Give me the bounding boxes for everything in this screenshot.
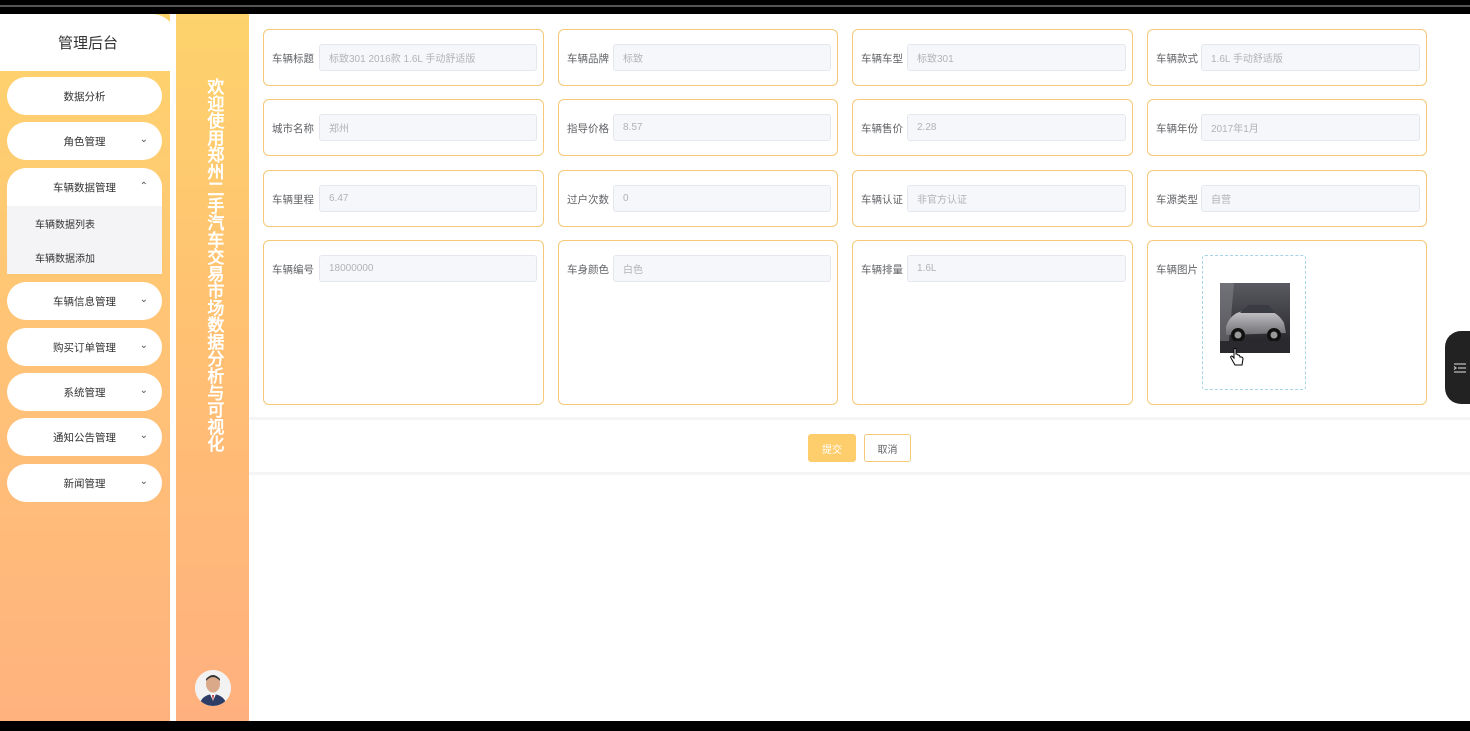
vehicle-model-input[interactable]: 标致301: [907, 44, 1126, 71]
field-label: 车辆图片: [1156, 264, 1198, 276]
field-label: 车身颜色: [567, 264, 609, 276]
mileage-input[interactable]: 6.47: [319, 185, 537, 212]
transfer-count-input[interactable]: 0: [613, 185, 831, 212]
source-type-input[interactable]: 自营: [1201, 185, 1420, 212]
field-label: 车辆里程: [272, 194, 314, 206]
field-label: 车辆年份: [1156, 123, 1198, 135]
form-item-certification: 车辆认证 非官方认证: [852, 170, 1133, 227]
sidebar-item-vehicle-data-management[interactable]: 车辆数据管理 ⌃: [7, 168, 162, 206]
sidebar-subitem-vehicle-data-list[interactable]: 车辆数据列表: [7, 206, 162, 240]
form-item-transfer-count: 过户次数 0: [558, 170, 838, 227]
certification-input[interactable]: 非官方认证: [907, 185, 1126, 212]
floating-menu-tab[interactable]: [1445, 331, 1470, 404]
sidebar-item-label: 通知公告管理: [53, 431, 116, 444]
city-name-input[interactable]: 郑州: [319, 114, 537, 141]
avatar[interactable]: [195, 670, 231, 706]
form-item-vehicle-title: 车辆标题 标致301 2016款 1.6L 手动舒适版: [263, 29, 544, 86]
vehicle-image[interactable]: [1220, 283, 1290, 353]
welcome-banner: 欢迎使用郑州二手汽车交易市场数据分析与可视化: [176, 14, 249, 721]
chevron-down-icon: ⌄: [139, 294, 148, 305]
sidebar-item-system-management[interactable]: 系统管理 ⌄: [7, 373, 162, 411]
vehicle-year-input[interactable]: 2017年1月: [1201, 114, 1420, 141]
form-item-vehicle-number: 车辆编号 18000000: [263, 240, 544, 405]
sidebar-item-vehicle-info-management[interactable]: 车辆信息管理 ⌄: [7, 282, 162, 320]
field-label: 车源类型: [1156, 194, 1198, 206]
form-item-guide-price: 指导价格 8.57: [558, 99, 838, 156]
field-label: 车辆售价: [861, 123, 903, 135]
sidebar-item-role-management[interactable]: 角色管理 ⌄: [7, 122, 162, 160]
form-item-vehicle-model: 车辆车型 标致301: [852, 29, 1133, 86]
form-item-source-type: 车源类型 自营: [1147, 170, 1427, 227]
form-item-vehicle-year: 车辆年份 2017年1月: [1147, 99, 1427, 156]
form-item-vehicle-style: 车辆款式 1.6L 手动舒适版: [1147, 29, 1427, 86]
sidebar-subitem-vehicle-data-add[interactable]: 车辆数据添加: [7, 240, 162, 274]
field-label: 城市名称: [272, 123, 314, 135]
guide-price-input[interactable]: 8.57: [613, 114, 831, 141]
chevron-up-icon: ⌃: [139, 181, 148, 192]
field-label: 指导价格: [567, 123, 609, 135]
vehicle-number-input[interactable]: 18000000: [319, 255, 537, 282]
vehicle-title-input[interactable]: 标致301 2016款 1.6L 手动舒适版: [319, 44, 537, 71]
sale-price-input[interactable]: 2.28: [907, 114, 1126, 141]
chevron-down-icon: ⌄: [139, 340, 148, 351]
submit-button[interactable]: 提交: [808, 434, 856, 462]
vehicle-style-input[interactable]: 1.6L 手动舒适版: [1201, 44, 1420, 71]
body-color-input[interactable]: 白色: [613, 255, 831, 282]
list-icon: [1453, 362, 1466, 373]
form-item-displacement: 车辆排量 1.6L: [852, 240, 1133, 405]
field-label: 车辆标题: [272, 53, 314, 65]
hand-cursor-icon: [1230, 348, 1244, 366]
sidebar-item-label: 系统管理: [63, 386, 106, 399]
field-label: 车辆排量: [861, 264, 903, 276]
field-label: 车辆认证: [861, 194, 903, 206]
sidebar-item-label: 车辆数据管理: [53, 181, 116, 194]
sidebar-item-data-analysis[interactable]: 数据分析: [7, 77, 162, 115]
chevron-down-icon: ⌄: [139, 430, 148, 441]
sidebar-item-order-management[interactable]: 购买订单管理 ⌄: [7, 328, 162, 366]
window-bottom-bar: [0, 721, 1470, 731]
cancel-button[interactable]: 取消: [864, 434, 911, 462]
form-item-body-color: 车身颜色 白色: [558, 240, 838, 405]
chevron-down-icon: ⌄: [139, 385, 148, 396]
submenu-vehicle-data: 车辆数据列表 车辆数据添加: [7, 206, 162, 274]
sidebar-item-label: 角色管理: [63, 135, 106, 148]
chevron-down-icon: ⌄: [139, 476, 148, 487]
sidebar-item-label: 购买订单管理: [53, 341, 116, 354]
sidebar: 管理后台 数据分析 角色管理 ⌄ 车辆数据管理 ⌃ 车辆数据列表 车辆数据添加 …: [0, 14, 170, 721]
field-label: 车辆车型: [861, 53, 903, 65]
field-label: 车辆品牌: [567, 53, 609, 65]
form-actions: 提交 取消: [249, 417, 1470, 475]
sidebar-item-notice-management[interactable]: 通知公告管理 ⌄: [7, 418, 162, 456]
form-item-vehicle-image: 车辆图片: [1147, 240, 1427, 405]
field-label: 车辆编号: [272, 264, 314, 276]
form-item-mileage: 车辆里程 6.47: [263, 170, 544, 227]
sidebar-item-label: 新闻管理: [63, 477, 106, 490]
form-item-sale-price: 车辆售价 2.28: [852, 99, 1133, 156]
window-top-bar: [0, 0, 1470, 14]
sidebar-item-news-management[interactable]: 新闻管理 ⌄: [7, 464, 162, 502]
field-label: 过户次数: [567, 194, 609, 206]
main-content: 车辆标题 标致301 2016款 1.6L 手动舒适版 车辆品牌 标致 车辆车型…: [249, 14, 1470, 721]
field-label: 车辆款式: [1156, 53, 1198, 65]
form-item-vehicle-brand: 车辆品牌 标致: [558, 29, 838, 86]
sidebar-item-label: 数据分析: [63, 90, 106, 103]
displacement-input[interactable]: 1.6L: [907, 255, 1126, 282]
sidebar-title: 管理后台: [0, 14, 170, 71]
welcome-banner-text: 欢迎使用郑州二手汽车交易市场数据分析与可视化: [204, 78, 224, 452]
sidebar-item-label: 车辆信息管理: [53, 295, 116, 308]
vehicle-brand-input[interactable]: 标致: [613, 44, 831, 71]
image-upload[interactable]: [1202, 255, 1306, 390]
form-item-city-name: 城市名称 郑州: [263, 99, 544, 156]
chevron-down-icon: ⌄: [139, 134, 148, 145]
